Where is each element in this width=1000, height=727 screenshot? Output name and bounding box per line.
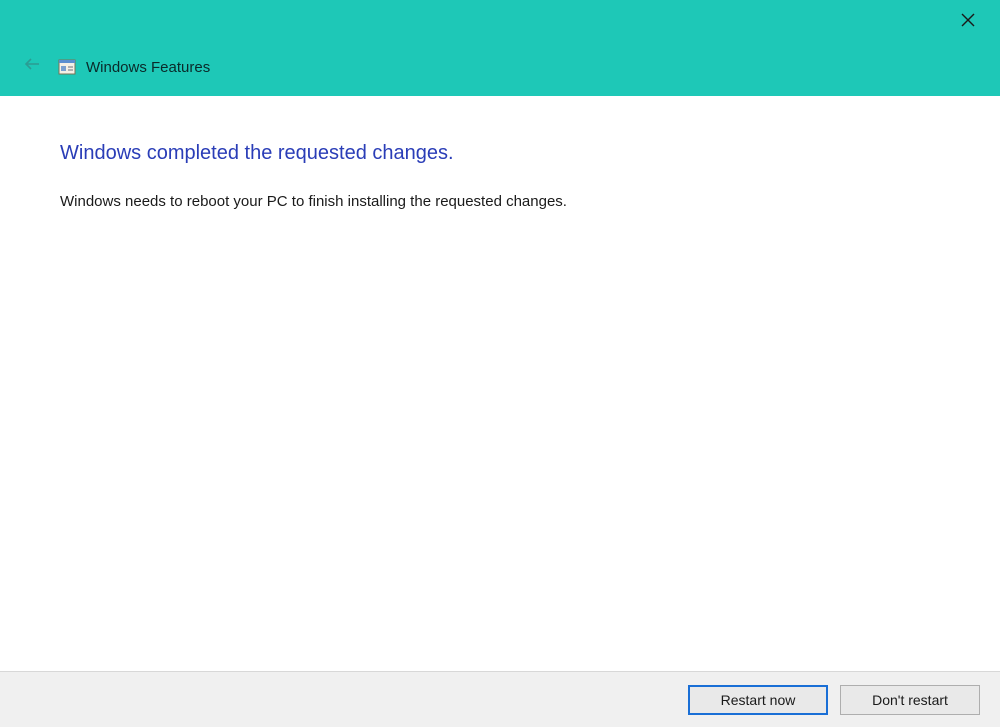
window-icon [58,58,76,76]
window-title: Windows Features [86,59,210,76]
status-heading: Windows completed the requested changes. [60,142,940,165]
back-button [20,52,44,76]
features-icon [58,58,76,76]
footer-bar: Restart now Don't restart [0,671,1000,727]
content-area: Windows completed the requested changes.… [0,96,1000,671]
close-button[interactable] [948,6,988,34]
close-icon [961,13,975,27]
back-arrow-icon [23,55,41,73]
status-message: Windows needs to reboot your PC to finis… [60,193,940,210]
restart-now-button[interactable]: Restart now [688,685,828,715]
titlebar: Windows Features [0,0,1000,96]
dont-restart-button[interactable]: Don't restart [840,685,980,715]
